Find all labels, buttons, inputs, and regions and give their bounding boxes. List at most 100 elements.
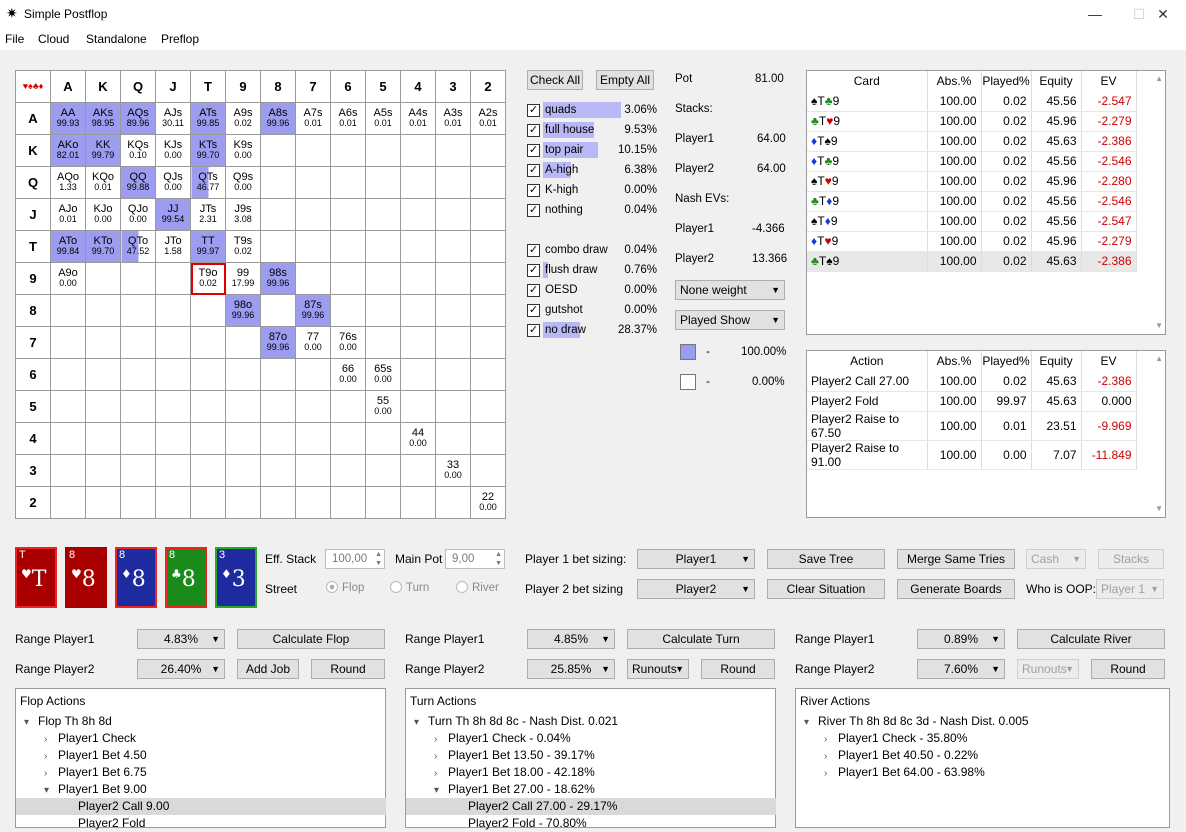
filter-hands-row[interactable]: ✓ quads 3.06%	[527, 102, 657, 119]
range-cell[interactable]: Q9s 0.00	[225, 166, 261, 199]
check-all-button[interactable]: Check All	[527, 70, 583, 90]
range-cell[interactable]: A4s 0.01	[400, 102, 436, 135]
range-cell[interactable]	[295, 230, 331, 263]
tree-node[interactable]: Player2 Call 27.00 - 29.17%	[406, 798, 776, 815]
range-cell[interactable]: K9s 0.00	[225, 134, 261, 167]
table-row[interactable]: ♦T♣9 100.00 0.02 45.56 -2.546	[807, 151, 1137, 172]
range-cell[interactable]	[225, 390, 261, 423]
range-cell[interactable]: A9s 0.02	[225, 102, 261, 135]
range-cell[interactable]	[260, 358, 296, 391]
range-cell[interactable]	[435, 166, 471, 199]
board-card[interactable]: 8 ♣8	[165, 547, 207, 608]
range-cell[interactable]	[330, 134, 366, 167]
card-table-header[interactable]: EV	[1081, 71, 1137, 91]
chevron-right-icon[interactable]: ›	[44, 731, 58, 748]
range-cell[interactable]	[225, 486, 261, 519]
range-cell[interactable]	[260, 294, 296, 327]
range-cell[interactable]	[470, 326, 506, 359]
range-cell[interactable]	[295, 422, 331, 455]
range-cell[interactable]	[400, 166, 436, 199]
range-cell[interactable]	[400, 230, 436, 263]
board-card[interactable]: T ♥T	[15, 547, 57, 608]
range-cell[interactable]	[470, 134, 506, 167]
range-cell[interactable]	[330, 486, 366, 519]
range-cell[interactable]	[365, 294, 401, 327]
stacks-button[interactable]: Stacks	[1098, 549, 1164, 569]
round-button[interactable]: Round	[311, 659, 385, 679]
range-cell[interactable]	[400, 198, 436, 231]
range-cell[interactable]	[155, 294, 191, 327]
checkbox-checked-icon[interactable]: ✓	[527, 324, 540, 337]
card-table-header[interactable]: Played%	[981, 71, 1032, 91]
merge-same-tries-button[interactable]: Merge Same Tries	[897, 549, 1015, 569]
range-cell[interactable]	[120, 294, 156, 327]
range-cell[interactable]	[435, 294, 471, 327]
range-cell[interactable]	[120, 390, 156, 423]
filter-draws-row[interactable]: ✓ no draw 28.37%	[527, 322, 657, 339]
chevron-right-icon[interactable]: ›	[824, 765, 838, 782]
chevron-right-icon[interactable]: ›	[44, 748, 58, 765]
tree-node[interactable]: › Player1 Bet 13.50 - 39.17%	[406, 747, 595, 764]
show-select[interactable]: Played Show ▼	[675, 310, 785, 330]
range-cell[interactable]	[85, 262, 121, 295]
generate-boards-button[interactable]: Generate Boards	[897, 579, 1015, 599]
calculate-button[interactable]: Calculate Turn	[627, 629, 775, 649]
range-cell[interactable]: AA 99.93	[50, 102, 86, 135]
range-cell[interactable]	[260, 454, 296, 487]
round-button[interactable]: Round	[1091, 659, 1165, 679]
range-cell[interactable]: KJs 0.00	[155, 134, 191, 167]
range-cell[interactable]	[50, 294, 86, 327]
range-cell[interactable]	[400, 134, 436, 167]
action-table-header[interactable]: EV	[1081, 351, 1137, 371]
scroll-up-icon[interactable]: ▲	[1155, 354, 1163, 363]
range-cell[interactable]	[330, 262, 366, 295]
range-cell[interactable]	[225, 358, 261, 391]
table-row[interactable]: Player2 Fold 100.00 99.97 45.63 0.000	[807, 391, 1137, 412]
range-cell[interactable]	[400, 486, 436, 519]
range-cell[interactable]	[435, 390, 471, 423]
range-cell[interactable]	[260, 422, 296, 455]
range-cell[interactable]	[120, 454, 156, 487]
add-job-button[interactable]: Add Job	[237, 659, 299, 679]
range-player2-select[interactable]: 7.60% ▼	[917, 659, 1005, 679]
checkbox-checked-icon[interactable]: ✓	[527, 304, 540, 317]
range-player2-select[interactable]: 25.85% ▼	[527, 659, 615, 679]
filter-hands-row[interactable]: ✓ A-high 6.38%	[527, 162, 657, 179]
runouts-select[interactable]: Runouts ▼	[1017, 659, 1079, 679]
range-cell[interactable]	[470, 422, 506, 455]
chevron-right-icon[interactable]: ›	[434, 748, 448, 765]
range-cell[interactable]	[400, 294, 436, 327]
range-cell[interactable]	[400, 358, 436, 391]
range-cell[interactable]	[260, 198, 296, 231]
tree-node[interactable]: › Player1 Check - 0.04%	[406, 730, 571, 747]
range-cell[interactable]	[260, 166, 296, 199]
tree-node[interactable]: › Player1 Bet 4.50	[16, 747, 147, 764]
range-cell[interactable]	[365, 166, 401, 199]
range-cell[interactable]	[85, 486, 121, 519]
range-cell[interactable]: 44 0.00	[400, 422, 436, 455]
range-cell[interactable]	[120, 422, 156, 455]
range-cell[interactable]	[365, 262, 401, 295]
checkbox-checked-icon[interactable]: ✓	[527, 104, 540, 117]
range-cell[interactable]	[190, 294, 226, 327]
range-cell[interactable]: AKo 82.01	[50, 134, 86, 167]
range-cell[interactable]: KTs 99.70	[190, 134, 226, 167]
range-cell[interactable]	[295, 262, 331, 295]
round-button[interactable]: Round	[701, 659, 775, 679]
range-cell[interactable]	[435, 486, 471, 519]
range-cell[interactable]: A6s 0.01	[330, 102, 366, 135]
range-cell[interactable]	[190, 422, 226, 455]
tree-node[interactable]: Player2 Fold - 70.80%	[406, 815, 587, 832]
range-cell[interactable]	[50, 358, 86, 391]
filter-draws-row[interactable]: ✓ OESD 0.00%	[527, 282, 657, 299]
range-cell[interactable]: KQs 0.10	[120, 134, 156, 167]
minimize-button[interactable]: —	[1072, 0, 1118, 28]
range-cell[interactable]	[260, 390, 296, 423]
range-cell[interactable]: AJo 0.01	[50, 198, 86, 231]
table-row[interactable]: ♠T♣9 100.00 0.02 45.56 -2.547	[807, 91, 1137, 112]
range-cell[interactable]	[400, 454, 436, 487]
menu-file[interactable]: File	[5, 32, 24, 46]
range-cell[interactable]	[330, 454, 366, 487]
street-river-radio[interactable]: River	[456, 581, 499, 594]
filter-draws-row[interactable]: ✓ gutshot 0.00%	[527, 302, 657, 319]
